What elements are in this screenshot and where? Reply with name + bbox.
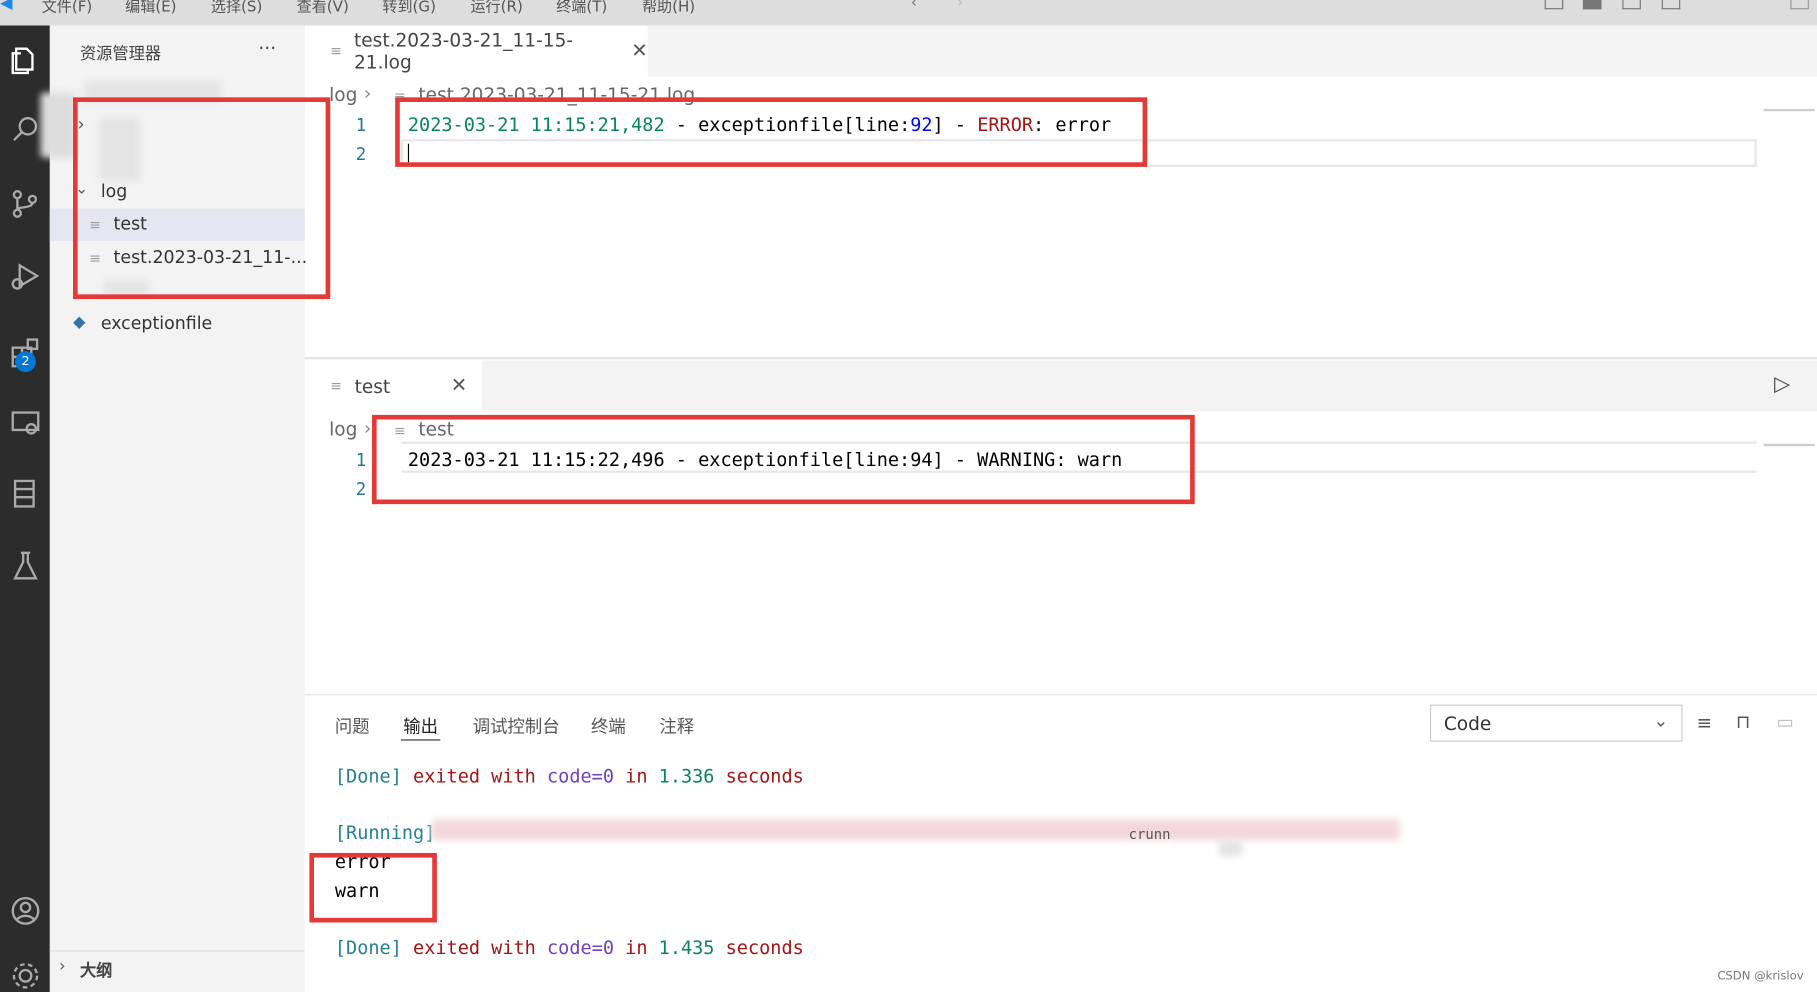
line-number: 2 — [355, 478, 367, 500]
explorer-more-icon[interactable]: ··· — [258, 37, 276, 59]
minimap[interactable] — [1763, 108, 1815, 112]
output-done-line-1: [Done] exited with code=0 in 1.336 secon… — [335, 765, 804, 787]
menu-run[interactable]: 运行(R) — [470, 0, 522, 16]
toggle-sidebar-icon[interactable] — [1544, 0, 1564, 10]
duration: 1.435 — [658, 936, 715, 959]
word: seconds — [725, 936, 804, 959]
menu-file[interactable]: 文件(F) — [42, 0, 93, 16]
panel-tab-problems[interactable]: 问题 — [335, 714, 370, 738]
word: in — [625, 764, 648, 787]
explorer-title: 资源管理器 — [79, 45, 162, 64]
word: exited — [413, 764, 481, 787]
settings-gear-icon[interactable] — [0, 953, 50, 992]
blurred-command — [431, 819, 1400, 841]
lock-scroll-icon[interactable]: ⊓ — [1736, 710, 1750, 732]
account-icon[interactable] — [0, 888, 50, 934]
blurred-region — [40, 92, 76, 158]
exit-code: code=0 — [547, 936, 614, 959]
explorer-icon[interactable] — [0, 37, 50, 83]
tab-test-dated-log[interactable]: ≡ test.2023-03-21_11-15-21.log ✕ — [304, 25, 648, 77]
run-file-icon[interactable]: ▷ — [1774, 372, 1790, 396]
menu-selection[interactable]: 选择(S) — [211, 0, 262, 16]
toggle-secondary-sidebar-icon[interactable] — [1622, 0, 1641, 10]
outline-divider — [49, 950, 305, 952]
run-debug-icon[interactable] — [0, 253, 50, 299]
breadcrumb-folder[interactable]: log — [329, 418, 357, 440]
activity-bar: 2 — [0, 25, 50, 992]
file-lines-icon: ≡ — [330, 377, 342, 395]
window-minimize-icon[interactable] — [1790, 0, 1809, 10]
remote-explorer-icon[interactable] — [0, 399, 50, 445]
highlight-box-bottom-log — [371, 414, 1195, 505]
menu-view[interactable]: 查看(V) — [297, 0, 349, 16]
running-fragment: crunn — [1128, 826, 1171, 843]
vscode-logo-icon: ◀ — [0, 0, 13, 13]
source-control-icon[interactable] — [0, 181, 50, 227]
minimap[interactable] — [1763, 443, 1815, 447]
python-file-icon: ◆ — [73, 312, 86, 332]
word: with — [491, 764, 536, 787]
panel-tab-output[interactable]: 输出 — [403, 714, 438, 738]
open-log-icon[interactable]: ▭ — [1776, 710, 1794, 732]
highlight-box-top-log — [395, 97, 1148, 167]
watermark: CSDN @krislov — [1717, 969, 1804, 983]
output-channel-select[interactable]: Code ⌄ — [1429, 704, 1683, 742]
output-channel-value: Code — [1443, 712, 1492, 735]
tab-test[interactable]: ≡ test ✕ — [304, 360, 483, 412]
menu-go[interactable]: 转到(G) — [382, 0, 436, 16]
explorer-sidebar: 资源管理器 ··· › ⌄ log ≡ test ≡ test.2023-03-21… — [40, 25, 331, 992]
toggle-panel-icon[interactable] — [1582, 0, 1602, 10]
tree-item-exceptionfile[interactable]: exceptionfile — [101, 313, 212, 334]
nav-forward-icon[interactable]: › — [957, 0, 963, 12]
customize-layout-icon[interactable] — [1661, 0, 1681, 10]
line-number: 1 — [355, 114, 367, 136]
breadcrumb-chevron-icon: › — [363, 417, 372, 440]
tab-label: test.2023-03-21_11-15-21.log — [353, 28, 574, 74]
output-done-line-2: [Done] exited with code=0 in 1.435 secon… — [335, 936, 804, 958]
word: with — [491, 936, 536, 959]
word: exited — [413, 936, 481, 959]
panel-tab-terminal[interactable]: 终端 — [591, 714, 626, 738]
word: seconds — [725, 764, 804, 787]
chevron-down-icon: ⌄ — [1653, 710, 1669, 732]
file-lines-icon: ≡ — [330, 42, 342, 60]
output-running: [Running] — [334, 821, 436, 844]
panel-tab-debug-console[interactable]: 调试控制台 — [473, 714, 560, 738]
clear-output-icon[interactable]: ≡ — [1696, 712, 1712, 734]
testing-icon[interactable] — [0, 542, 50, 588]
word: in — [625, 936, 648, 959]
highlight-box-files — [73, 97, 331, 299]
done-tag: [Done] — [334, 936, 402, 959]
chevron-right-icon[interactable]: › — [59, 957, 66, 976]
tab-label: test — [354, 374, 391, 397]
editor-tabs-top: ≡ test.2023-03-21_11-15-21.log ✕ — [304, 25, 1817, 77]
breadcrumb-chevron-icon: › — [363, 82, 372, 105]
menu-bar: ◀ 文件(F) 编辑(E) 选择(S) 查看(V) 转到(G) 运行(R) 终端… — [0, 0, 1817, 26]
exit-code: code=0 — [547, 764, 614, 787]
highlight-box-output — [309, 852, 437, 923]
blurred-fragment — [1219, 840, 1243, 857]
breadcrumb-folder[interactable]: log — [329, 83, 357, 105]
nav-back-icon[interactable]: ‹ — [911, 0, 917, 12]
outline-section[interactable]: 大纲 — [80, 958, 112, 981]
menu-terminal[interactable]: 终端(T) — [556, 0, 607, 16]
editor-group-divider[interactable] — [304, 356, 1817, 360]
menu-help[interactable]: 帮助(H) — [642, 0, 695, 16]
panel-tab-comments[interactable]: 注释 — [659, 714, 694, 738]
line-number: 2 — [355, 143, 367, 165]
done-tag: [Done] — [334, 764, 402, 787]
notebook-icon[interactable] — [0, 471, 50, 517]
editor-tabs-bottom: ≡ test ✕ ▷ — [304, 360, 1817, 412]
active-tab-underline — [400, 739, 441, 741]
menu-edit[interactable]: 编辑(E) — [125, 0, 176, 16]
close-icon[interactable]: ✕ — [451, 374, 468, 397]
close-icon[interactable]: ✕ — [631, 39, 648, 62]
duration: 1.336 — [658, 764, 715, 787]
line-number: 1 — [355, 449, 367, 471]
extensions-badge: 2 — [15, 351, 36, 373]
